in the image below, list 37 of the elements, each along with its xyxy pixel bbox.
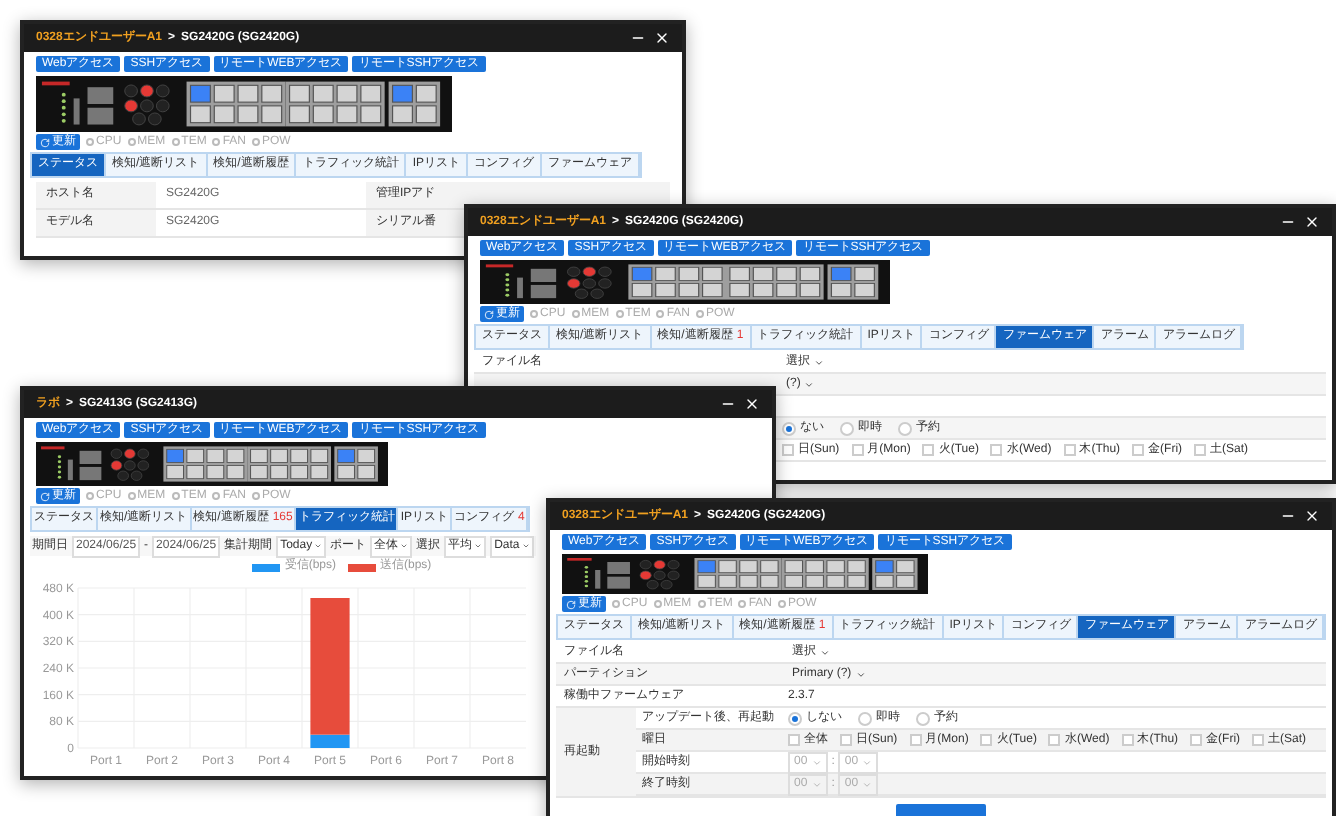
checkbox[interactable] [1190,734,1203,746]
chevron-down-icon [814,357,824,367]
chevron-down-icon [811,779,822,789]
checkbox[interactable] [1132,444,1145,456]
close-icon[interactable] [1304,508,1320,524]
refresh-icon [484,309,494,319]
checkbox[interactable] [1252,734,1265,746]
checkbox[interactable] [990,444,1003,456]
chevron-down-icon [804,379,815,389]
checkbox[interactable] [1194,444,1207,456]
radio-button[interactable] [916,711,930,725]
checkbox[interactable] [788,734,800,746]
close-icon[interactable] [654,30,670,46]
radio-button[interactable] [782,421,796,435]
chevron-down-icon [811,757,822,767]
radio-button[interactable] [840,421,854,435]
checkbox[interactable] [909,734,922,746]
refresh-icon [566,599,576,609]
refresh-icon [40,137,50,147]
checkbox[interactable] [922,444,935,456]
chevron-down-icon [862,779,873,789]
checkbox[interactable] [1063,444,1076,456]
checkbox[interactable] [840,734,852,746]
checkbox[interactable] [1121,734,1134,746]
radio-button[interactable] [898,421,912,435]
refresh-icon [40,491,50,501]
checkbox[interactable] [851,444,864,456]
checkbox[interactable] [782,444,794,456]
checkbox[interactable] [980,734,993,746]
checkbox[interactable] [1048,734,1061,746]
chevron-down-icon [820,647,830,657]
radio-button[interactable] [858,711,872,725]
chevron-down-icon [855,669,866,679]
close-icon[interactable] [744,396,760,412]
chevron-down-icon [862,757,873,767]
close-icon[interactable] [1304,214,1320,230]
radio-button[interactable] [788,711,802,725]
